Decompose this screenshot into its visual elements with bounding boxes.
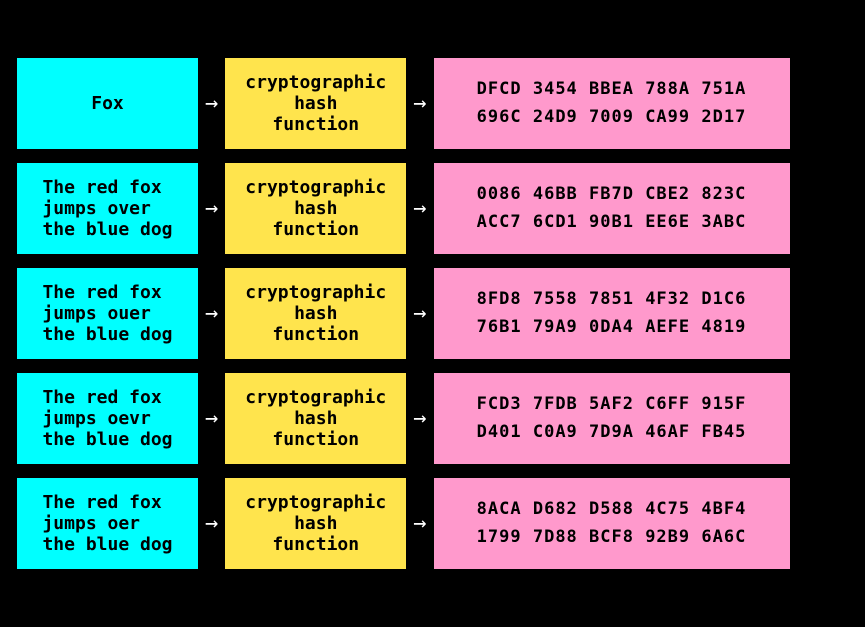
output-box-4: 8ACA D682 D588 4C75 4BF41799 7D88 BCF8 9… bbox=[432, 476, 792, 571]
diagram: Fox→cryptographic hash function→DFCD 345… bbox=[0, 41, 865, 586]
output-box-0: DFCD 3454 BBEA 788A 751A696C 24D9 7009 C… bbox=[432, 56, 792, 151]
arrow-2-2: → bbox=[413, 301, 426, 326]
output-box-3: FCD3 7FDB 5AF2 C6FF 915FD401 C0A9 7D9A 4… bbox=[432, 371, 792, 466]
arrow-1-1: → bbox=[205, 196, 218, 221]
hash-box-1: cryptographic hash function bbox=[223, 161, 408, 256]
arrow-2-0: → bbox=[413, 91, 426, 116]
input-box-2: The red fox jumps ouer the blue dog bbox=[15, 266, 200, 361]
arrow-2-3: → bbox=[413, 406, 426, 431]
arrow-1-4: → bbox=[205, 511, 218, 536]
hash-box-4: cryptographic hash function bbox=[223, 476, 408, 571]
hash-row-2: The red fox jumps ouer the blue dog→cryp… bbox=[15, 266, 850, 361]
hash-row-0: Fox→cryptographic hash function→DFCD 345… bbox=[15, 56, 850, 151]
arrow-2-1: → bbox=[413, 196, 426, 221]
output-box-2: 8FD8 7558 7851 4F32 D1C676B1 79A9 0DA4 A… bbox=[432, 266, 792, 361]
input-box-3: The red fox jumps oevr the blue dog bbox=[15, 371, 200, 466]
arrow-1-0: → bbox=[205, 91, 218, 116]
hash-box-2: cryptographic hash function bbox=[223, 266, 408, 361]
hash-row-4: The red fox jumps oer the blue dog→crypt… bbox=[15, 476, 850, 571]
input-box-0: Fox bbox=[15, 56, 200, 151]
output-box-1: 0086 46BB FB7D CBE2 823CACC7 6CD1 90B1 E… bbox=[432, 161, 792, 256]
input-box-4: The red fox jumps oer the blue dog bbox=[15, 476, 200, 571]
arrow-2-4: → bbox=[413, 511, 426, 536]
input-box-1: The red fox jumps over the blue dog bbox=[15, 161, 200, 256]
hash-box-0: cryptographic hash function bbox=[223, 56, 408, 151]
arrow-1-2: → bbox=[205, 301, 218, 326]
arrow-1-3: → bbox=[205, 406, 218, 431]
hash-box-3: cryptographic hash function bbox=[223, 371, 408, 466]
hash-row-1: The red fox jumps over the blue dog→cryp… bbox=[15, 161, 850, 256]
hash-row-3: The red fox jumps oevr the blue dog→cryp… bbox=[15, 371, 850, 466]
